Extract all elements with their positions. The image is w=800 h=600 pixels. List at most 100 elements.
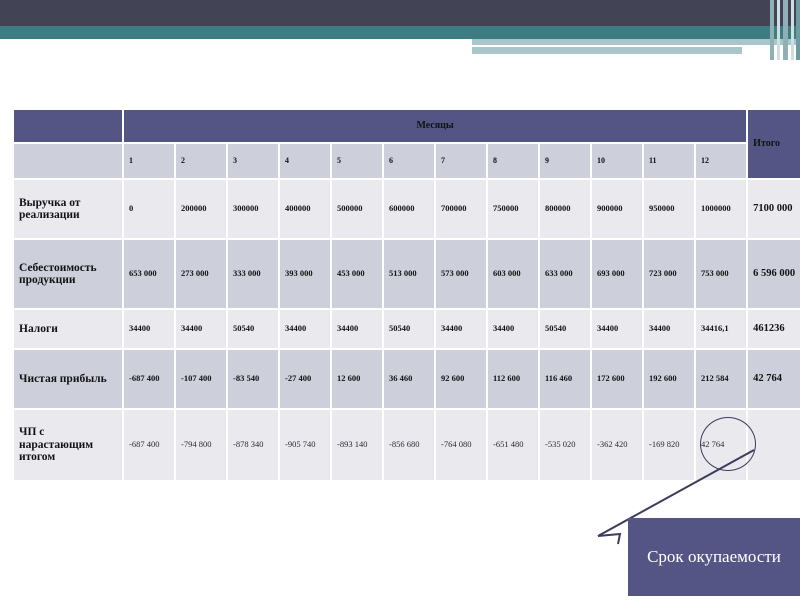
month-header-3: 3	[228, 144, 278, 178]
cell-cumulative-m5: -893 140	[332, 410, 382, 480]
cell-cost-m2: 273 000	[176, 240, 226, 308]
cell-net-profit-m9: 116 460	[540, 350, 590, 408]
cell-taxes-m8: 34400	[488, 310, 538, 348]
cell-net-profit-total: 42 764	[748, 350, 800, 408]
cell-cost-m4: 393 000	[280, 240, 330, 308]
month-header-6: 6	[384, 144, 434, 178]
cell-cost-total: 6 596 000	[748, 240, 800, 308]
cell-taxes-m2: 34400	[176, 310, 226, 348]
cell-net-profit-m5: 12 600	[332, 350, 382, 408]
cell-cumulative-m3: -878 340	[228, 410, 278, 480]
month-header-2: 2	[176, 144, 226, 178]
cell-taxes-m9: 50540	[540, 310, 590, 348]
cell-net-profit-m1: -687 400	[124, 350, 174, 408]
cell-net-profit-m3: -83 540	[228, 350, 278, 408]
cell-revenue-m2: 200000	[176, 180, 226, 238]
cell-taxes-m7: 34400	[436, 310, 486, 348]
table-row-cumulative-profit: ЧП с нарастающим итогом -687 400 -794 80…	[14, 410, 800, 480]
banner-vertical-stripe-2	[777, 0, 780, 60]
month-header-12: 12	[696, 144, 747, 178]
cell-taxes-m5: 34400	[332, 310, 382, 348]
cell-cost-m1: 653 000	[124, 240, 174, 308]
header-total: Итого	[748, 110, 800, 178]
banner-band-light-teal-upper	[472, 39, 800, 45]
cell-revenue-m11: 950000	[644, 180, 694, 238]
cell-taxes-m12: 34416,1	[696, 310, 747, 348]
cell-revenue-m10: 900000	[592, 180, 642, 238]
cell-revenue-m7: 700000	[436, 180, 486, 238]
cell-cumulative-m2: -794 800	[176, 410, 226, 480]
table-body: Выручка от реализации 0 200000 300000 40…	[14, 180, 800, 480]
table-row-cost: Себестоимость продукции 653 000 273 000 …	[14, 240, 800, 308]
cell-net-profit-m11: 192 600	[644, 350, 694, 408]
row-label-net-profit: Чистая прибыль	[14, 350, 122, 408]
cell-cost-m5: 453 000	[332, 240, 382, 308]
banner-vertical-stripe-5	[796, 0, 800, 60]
month-header-11: 11	[644, 144, 694, 178]
financial-table-container: Месяцы Итого 1 2 3 4 5 6 7 8 9 10 11 12	[12, 108, 800, 482]
cell-net-profit-m4: -27 400	[280, 350, 330, 408]
month-header-8: 8	[488, 144, 538, 178]
month-header-10: 10	[592, 144, 642, 178]
payback-callout-label: Срок окупаемости	[647, 547, 781, 567]
row-label-revenue: Выручка от реализации	[14, 180, 122, 238]
cell-taxes-m10: 34400	[592, 310, 642, 348]
table-row-net-profit: Чистая прибыль -687 400 -107 400 -83 540…	[14, 350, 800, 408]
cell-taxes-m6: 50540	[384, 310, 434, 348]
cell-revenue-m6: 600000	[384, 180, 434, 238]
table-row-taxes: Налоги 34400 34400 50540 34400 34400 505…	[14, 310, 800, 348]
cell-revenue-m3: 300000	[228, 180, 278, 238]
cell-net-profit-m10: 172 600	[592, 350, 642, 408]
cell-cumulative-m8: -651 480	[488, 410, 538, 480]
banner-vertical-stripe-3	[783, 0, 788, 60]
cell-cumulative-m6: -856 680	[384, 410, 434, 480]
cell-taxes-m11: 34400	[644, 310, 694, 348]
cell-net-profit-m6: 36 460	[384, 350, 434, 408]
cell-cumulative-m12: 42 764	[696, 410, 747, 480]
banner-band-dark	[0, 0, 800, 26]
decorative-top-banner	[0, 0, 800, 80]
cell-revenue-m12: 1000000	[696, 180, 747, 238]
cell-taxes-m3: 50540	[228, 310, 278, 348]
cell-cost-m10: 693 000	[592, 240, 642, 308]
cell-cost-m3: 333 000	[228, 240, 278, 308]
month-header-5: 5	[332, 144, 382, 178]
table-head: Месяцы Итого 1 2 3 4 5 6 7 8 9 10 11 12	[14, 110, 800, 178]
cell-cost-m8: 603 000	[488, 240, 538, 308]
row-label-taxes: Налоги	[14, 310, 122, 348]
cell-cumulative-m9: -535 020	[540, 410, 590, 480]
header-corner-blank	[14, 110, 122, 142]
month-row-label-blank	[14, 144, 122, 178]
cell-cumulative-m10: -362 420	[592, 410, 642, 480]
cell-cost-m7: 573 000	[436, 240, 486, 308]
cell-taxes-m1: 34400	[124, 310, 174, 348]
month-header-1: 1	[124, 144, 174, 178]
cell-cost-m12: 753 000	[696, 240, 747, 308]
cell-cost-m6: 513 000	[384, 240, 434, 308]
cell-revenue-m4: 400000	[280, 180, 330, 238]
financial-plan-table: Месяцы Итого 1 2 3 4 5 6 7 8 9 10 11 12	[12, 108, 800, 482]
banner-band-light-teal-lower	[472, 47, 742, 54]
cell-revenue-total: 7100 000	[748, 180, 800, 238]
month-header-7: 7	[436, 144, 486, 178]
cell-net-profit-m8: 112 600	[488, 350, 538, 408]
cell-cumulative-total	[748, 410, 800, 480]
cell-taxes-m4: 34400	[280, 310, 330, 348]
header-months-group: Месяцы	[124, 110, 747, 142]
cell-cost-m11: 723 000	[644, 240, 694, 308]
cell-revenue-m9: 800000	[540, 180, 590, 238]
banner-band-teal	[0, 26, 800, 39]
cell-cost-m9: 633 000	[540, 240, 590, 308]
payback-callout-box: Срок окупаемости	[628, 518, 800, 596]
cell-revenue-m1: 0	[124, 180, 174, 238]
table-row-revenue: Выручка от реализации 0 200000 300000 40…	[14, 180, 800, 238]
cell-cumulative-m1: -687 400	[124, 410, 174, 480]
month-header-9: 9	[540, 144, 590, 178]
cell-revenue-m5: 500000	[332, 180, 382, 238]
table-month-number-row: 1 2 3 4 5 6 7 8 9 10 11 12	[14, 144, 800, 178]
cell-net-profit-m2: -107 400	[176, 350, 226, 408]
banner-vertical-stripe-4	[791, 0, 794, 60]
cell-cumulative-m7: -764 080	[436, 410, 486, 480]
cell-cumulative-m4: -905 740	[280, 410, 330, 480]
month-header-4: 4	[280, 144, 330, 178]
